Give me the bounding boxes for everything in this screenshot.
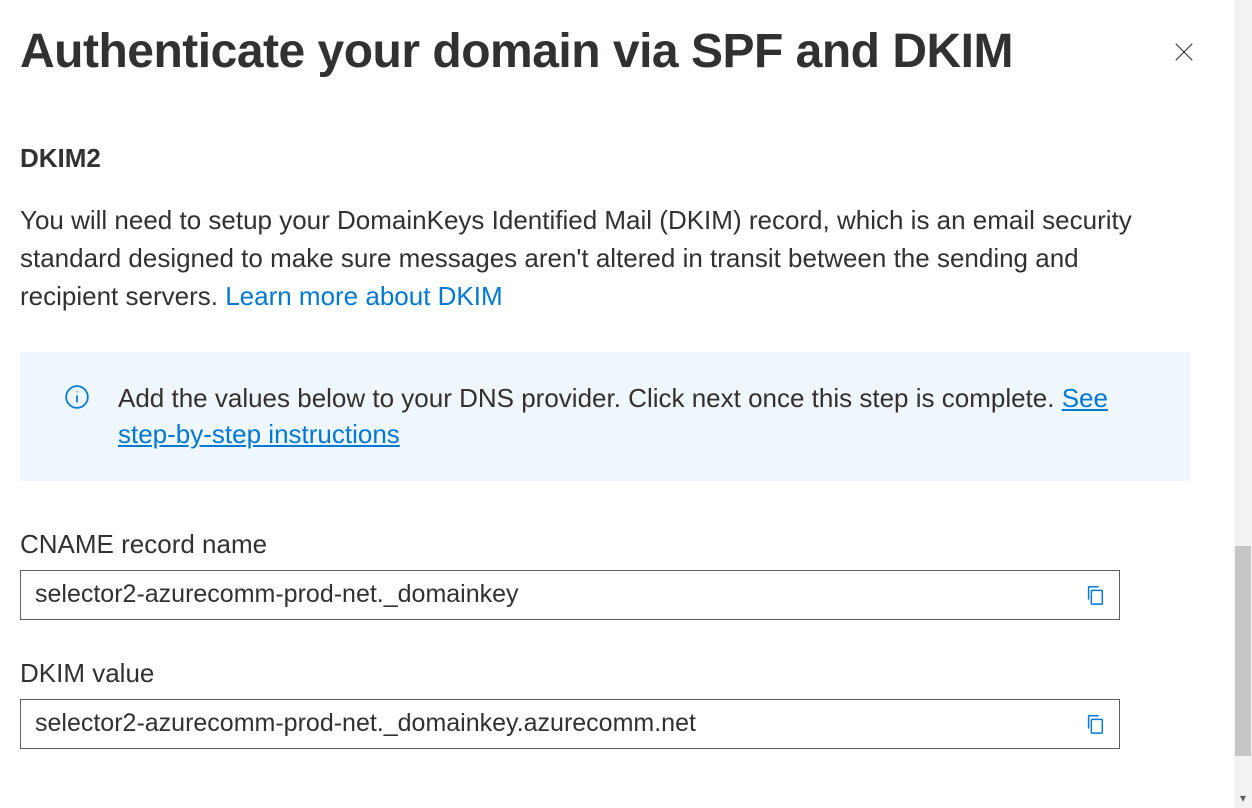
learn-more-link[interactable]: Learn more about DKIM	[225, 281, 502, 311]
dialog-content: DKIM2 You will need to setup your Domain…	[0, 79, 1246, 799]
section-heading-dkim2: DKIM2	[20, 143, 1226, 174]
dialog-title: Authenticate your domain via SPF and DKI…	[20, 24, 1013, 79]
scrollbar-track[interactable]: ▾	[1234, 0, 1252, 808]
dkim-input[interactable]	[35, 709, 1069, 738]
copy-icon	[1084, 583, 1106, 607]
field-cname: CNAME record name	[20, 529, 1120, 620]
dkim-copy-button[interactable]	[1081, 710, 1109, 738]
copy-icon	[1084, 712, 1106, 736]
dialog-header: Authenticate your domain via SPF and DKI…	[0, 0, 1252, 79]
cname-input[interactable]	[35, 580, 1069, 609]
scrollbar-thumb[interactable]	[1235, 546, 1251, 756]
cname-label: CNAME record name	[20, 529, 1120, 560]
cname-copy-button[interactable]	[1081, 581, 1109, 609]
info-callout: Add the values below to your DNS provide…	[20, 352, 1190, 481]
section-description: You will need to setup your DomainKeys I…	[20, 202, 1140, 316]
cname-input-wrap	[20, 570, 1120, 620]
info-icon	[64, 384, 90, 410]
close-button[interactable]	[1164, 32, 1204, 72]
dkim-label: DKIM value	[20, 658, 1120, 689]
section-description-text: You will need to setup your DomainKeys I…	[20, 205, 1132, 311]
dialog-panel: Authenticate your domain via SPF and DKI…	[0, 0, 1252, 808]
field-dkim: DKIM value	[20, 658, 1120, 749]
dkim-input-wrap	[20, 699, 1120, 749]
info-text: Add the values below to your DNS provide…	[118, 380, 1150, 453]
close-icon	[1173, 41, 1195, 63]
info-text-body: Add the values below to your DNS provide…	[118, 383, 1062, 413]
scroll-down-icon[interactable]: ▾	[1237, 792, 1249, 804]
